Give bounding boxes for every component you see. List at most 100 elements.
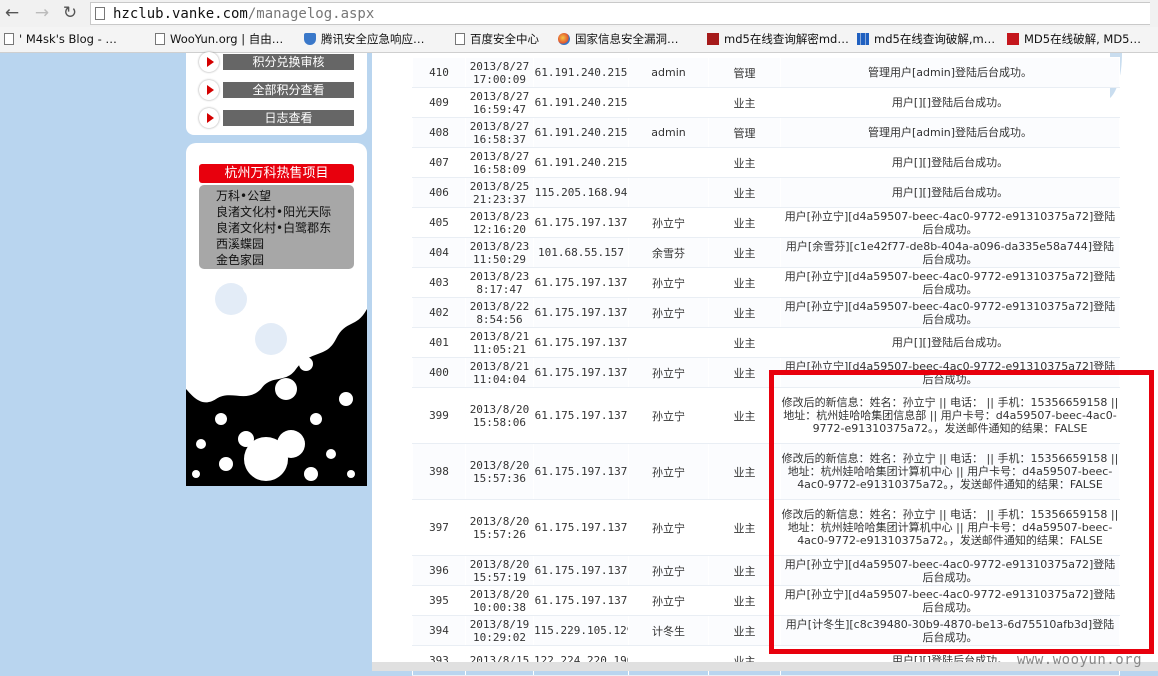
- log-id-cell: 394: [412, 615, 466, 646]
- menu-all-points-button[interactable]: 全部积分查看: [199, 80, 354, 100]
- hot-project-link[interactable]: 金色家园: [216, 252, 354, 268]
- log-ip-cell: 61.191.240.215: [533, 87, 629, 118]
- back-arrow-icon[interactable]: ←: [2, 3, 22, 23]
- log-id-cell: 401: [412, 327, 466, 358]
- bookmark-label: WooYun.org | 自由…: [170, 32, 284, 46]
- log-time-cell: 2013/8/21 11:04:04: [465, 357, 534, 388]
- bookmark-item[interactable]: ' M4sk's Blog - …: [4, 31, 117, 48]
- log-time-cell: 2013/8/15: [465, 645, 534, 676]
- log-user-cell: 孙立宁: [628, 297, 709, 328]
- log-time-cell: 2013/8/20 10:00:38: [465, 585, 534, 616]
- log-time-cell: 2013/8/23 12:16:20: [465, 207, 534, 238]
- log-id-cell: 400: [412, 357, 466, 388]
- log-date: 2013/8/27: [469, 119, 530, 133]
- log-time: 11:50:29: [473, 252, 526, 266]
- bookmark-label: md5在线查询解密md…: [724, 32, 849, 46]
- log-ip-cell: 61.191.240.215: [533, 117, 629, 148]
- menu-label: 全部积分查看: [223, 82, 354, 98]
- log-ip-cell: 61.175.197.137: [533, 327, 629, 358]
- bookmark-item[interactable]: 国家信息安全漏洞…: [558, 31, 679, 48]
- log-row: 408 2013/8/27 16:58:37 61.191.240.215 admin 管…: [412, 117, 1120, 148]
- log-ip-cell: 61.175.197.137: [533, 357, 629, 388]
- log-time-cell: 2013/8/20 15:57:19: [465, 555, 534, 586]
- reload-icon[interactable]: ↻: [60, 3, 80, 23]
- log-time: 15:57:36: [473, 471, 526, 485]
- bookmark-item[interactable]: md5在线查询解密md…: [707, 31, 849, 48]
- log-time: 10:00:38: [473, 600, 526, 614]
- menu-points-review-button[interactable]: 积分兑换审核: [199, 52, 354, 72]
- menu-label: 日志查看: [223, 110, 354, 126]
- log-time-cell: 2013/8/20 15:58:06: [465, 387, 534, 444]
- bookmark-label: ' M4sk's Blog - …: [19, 32, 117, 46]
- log-user-cell: 孙立宁: [628, 555, 709, 586]
- menu-label: 积分兑换审核: [223, 54, 354, 70]
- log-time-cell: 2013/8/22 8:54:56: [465, 297, 534, 328]
- play-arrow-icon: [199, 52, 219, 72]
- log-role-cell: 业主: [708, 267, 781, 298]
- grid-icon: [857, 33, 869, 45]
- browser-toolbar: ← → ↻ hzclub.vanke.com/managelog.aspx: [0, 0, 1158, 27]
- bookmark-item[interactable]: 腾讯安全应急响应…: [304, 31, 425, 48]
- log-role-cell: 业主: [708, 177, 781, 208]
- log-id-cell: 407: [412, 147, 466, 178]
- log-message-cell: 用户[][]登陆后台成功。: [780, 327, 1120, 358]
- admin-menu-panel: 积分兑换审核 全部积分查看 日志查看: [186, 52, 367, 135]
- url-path: /managelog.aspx: [247, 6, 375, 22]
- log-time: 16:58:09: [473, 162, 526, 176]
- bookmark-item[interactable]: MD5在线破解, MD5…: [1007, 31, 1141, 48]
- log-user-cell: [628, 147, 709, 178]
- hot-project-link[interactable]: 西溪蝶园: [216, 236, 354, 252]
- log-time-cell: 2013/8/27 16:59:47: [465, 87, 534, 118]
- log-ip-cell: 61.191.240.215: [533, 57, 629, 88]
- log-date: 2013/8/27: [469, 59, 530, 73]
- log-user-cell: 余雪芬: [628, 237, 709, 268]
- bubbles-decoration: [186, 269, 367, 486]
- page-icon: [155, 33, 165, 45]
- log-time: 17:00:09: [473, 72, 526, 86]
- log-date: 2013/8/27: [469, 89, 530, 103]
- bookmark-item[interactable]: WooYun.org | 自由…: [155, 31, 283, 48]
- log-date: 2013/8/21: [469, 359, 530, 373]
- log-time: 15:57:19: [473, 570, 526, 584]
- log-ip-cell: 122.224.220.190: [533, 645, 629, 676]
- log-time-cell: 2013/8/21 11:05:21: [465, 327, 534, 358]
- x-icon: [707, 33, 719, 45]
- url-text[interactable]: hzclub.vanke.com/managelog.aspx: [113, 4, 374, 24]
- log-id-cell: 395: [412, 585, 466, 616]
- bookmark-item[interactable]: md5在线查询破解,m…: [857, 31, 995, 48]
- log-time-cell: 2013/8/27 16:58:37: [465, 117, 534, 148]
- menu-log-view-button[interactable]: 日志查看: [199, 108, 354, 128]
- hot-projects-panel: 杭州万科热售项目 万科•公望 良渚文化村•阳光天际 良渚文化村•白鹭郡东 西溪蝶…: [186, 143, 367, 486]
- log-date: 2013/8/20: [469, 587, 530, 601]
- log-role-cell: 业主: [708, 147, 781, 178]
- hot-project-link[interactable]: 良渚文化村•白鹭郡东: [216, 220, 354, 236]
- log-message-cell: 用户[][]登陆后台成功。: [780, 177, 1120, 208]
- log-message-cell: 用户[孙立宁][d4a59507-beec-4ac0-9772-e9131037…: [780, 207, 1120, 238]
- log-time-cell: 2013/8/27 17:00:09: [465, 57, 534, 88]
- bookmark-label: 国家信息安全漏洞…: [575, 32, 679, 46]
- forward-arrow-icon[interactable]: →: [32, 3, 52, 23]
- watermark: www.wooyun.org: [1017, 652, 1143, 668]
- log-time: 8:17:47: [476, 282, 523, 296]
- hot-project-link[interactable]: 良渚文化村•阳光天际: [216, 204, 354, 220]
- log-user-cell: admin: [628, 117, 709, 148]
- log-time-cell: 2013/8/25 21:23:37: [465, 177, 534, 208]
- log-role-cell: 管理: [708, 57, 781, 88]
- log-message-cell: 用户[余雪芬][c1e42f77-de8b-404a-a096-da335e58…: [780, 237, 1120, 268]
- hot-project-link[interactable]: 万科•公望: [216, 188, 354, 204]
- log-time: 15:57:26: [473, 527, 526, 541]
- log-time: 10:29:02: [473, 630, 526, 644]
- page-icon: [4, 33, 14, 45]
- address-bar[interactable]: hzclub.vanke.com/managelog.aspx: [90, 2, 1150, 25]
- log-ip-cell: 101.68.55.157: [533, 237, 629, 268]
- log-time: 11:04:04: [473, 372, 526, 386]
- bookmark-item[interactable]: 百度安全中心: [455, 31, 539, 48]
- log-id-cell: 404: [412, 237, 466, 268]
- log-message-cell: 管理用户[admin]登陆后台成功。: [780, 57, 1120, 88]
- log-user-cell: [628, 87, 709, 118]
- log-message-cell: 用户[][]登陆后台成功。: [780, 147, 1120, 178]
- log-date: 2013/8/20: [469, 557, 530, 571]
- bookmark-label: 腾讯安全应急响应…: [321, 32, 425, 46]
- log-user-cell: admin: [628, 57, 709, 88]
- bookmark-label: md5在线查询破解,m…: [874, 32, 996, 46]
